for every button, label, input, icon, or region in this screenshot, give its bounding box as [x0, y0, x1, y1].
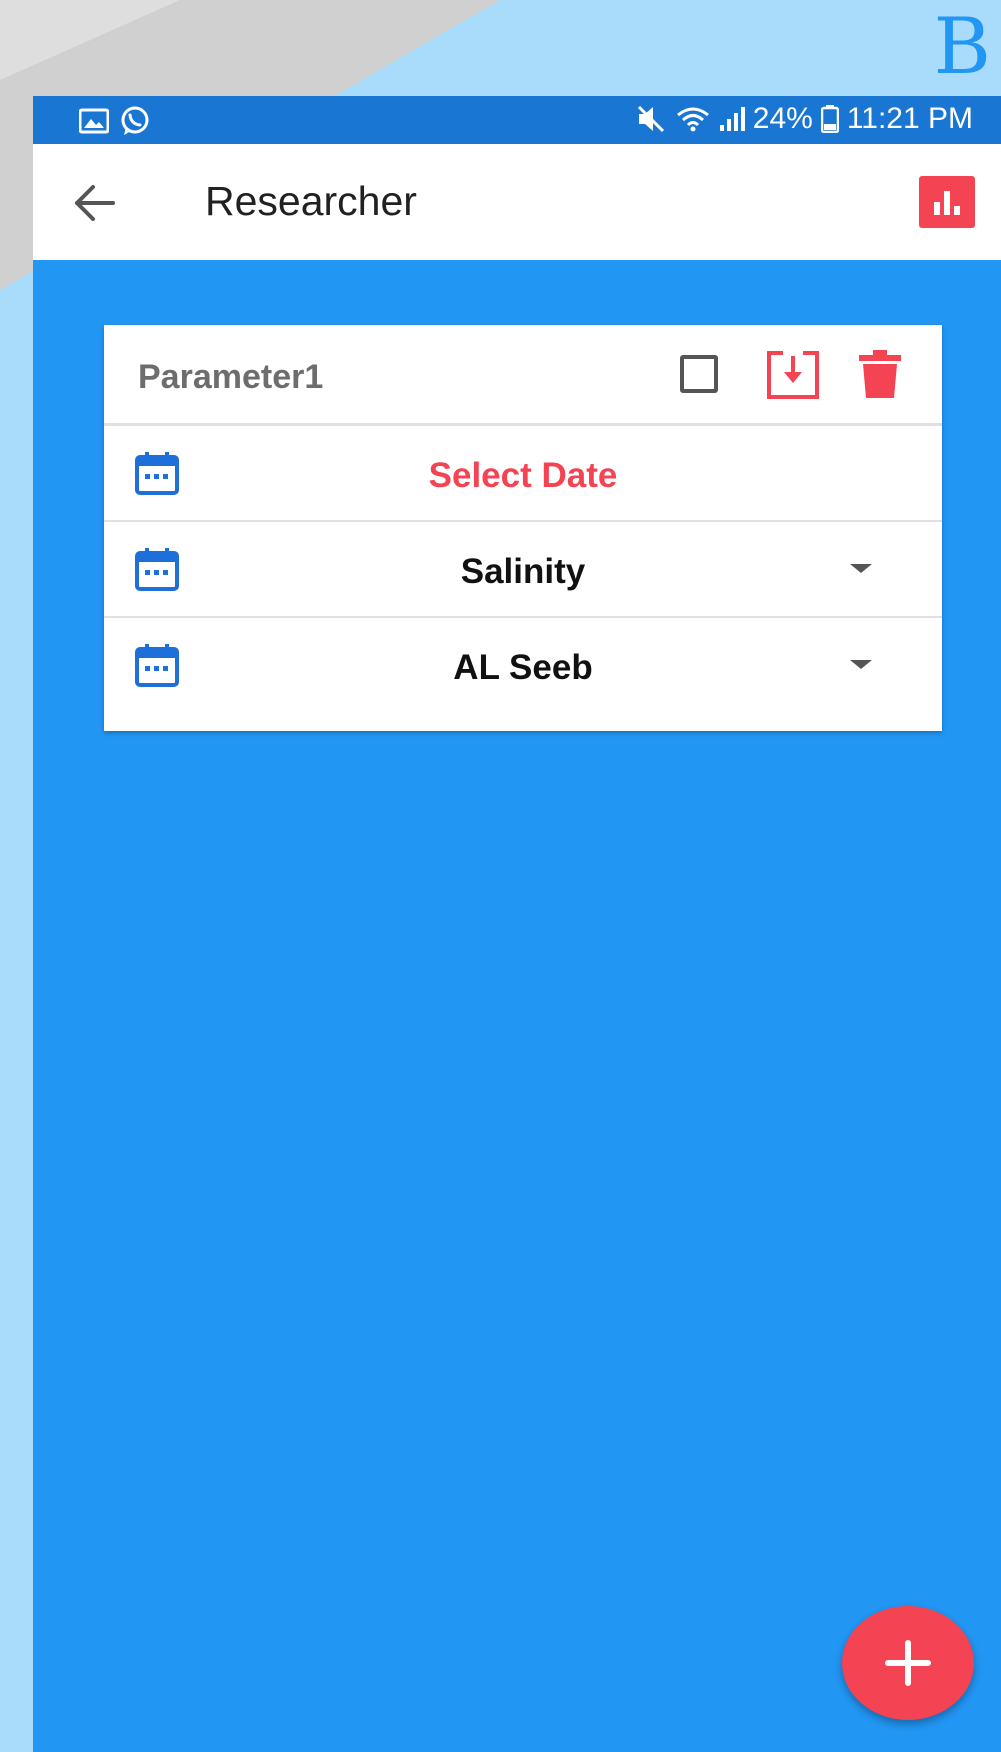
select-checkbox[interactable] — [680, 355, 718, 393]
back-arrow-icon[interactable] — [71, 180, 117, 226]
add-button[interactable] — [842, 1606, 974, 1720]
card-title: Parameter1 — [138, 358, 324, 396]
card-header: Parameter1 — [104, 325, 942, 426]
battery-icon — [820, 105, 839, 133]
parameter-dropdown[interactable]: Salinity — [104, 522, 942, 618]
bar-chart-icon — [934, 191, 960, 215]
chart-button[interactable] — [919, 176, 975, 228]
phone-screen: 24% 11:21 PM Researcher Parameter1 Selec… — [33, 96, 1001, 1752]
wifi-icon — [676, 107, 709, 132]
chevron-down-icon — [850, 564, 872, 573]
mute-icon — [637, 105, 664, 133]
plus-icon — [885, 1640, 931, 1686]
delete-icon[interactable] — [858, 349, 902, 399]
download-icon[interactable] — [765, 350, 821, 400]
parameter-value: Salinity — [460, 552, 586, 591]
date-row[interactable]: Select Date — [104, 426, 942, 522]
signal-icon — [719, 107, 745, 131]
figure-label: B — [933, 2, 991, 92]
whatsapp-icon — [121, 106, 149, 135]
page-title: Researcher — [205, 178, 417, 224]
battery-percent: 24% — [752, 102, 813, 135]
app-bar: Researcher — [33, 144, 1001, 260]
location-value: AL Seeb — [453, 648, 593, 687]
gallery-icon — [79, 108, 109, 134]
chevron-down-icon — [850, 660, 872, 669]
location-dropdown[interactable]: AL Seeb — [104, 618, 942, 714]
select-date-label: Select Date — [428, 456, 618, 495]
status-system-icons: 24% 11:21 PM — [635, 102, 973, 136]
clock-time: 11:21 PM — [846, 102, 973, 135]
status-notification-icons — [79, 105, 151, 137]
status-bar: 24% 11:21 PM — [33, 96, 1001, 144]
parameter-card: Parameter1 Select Date Salinity AL Seeb — [104, 325, 942, 731]
